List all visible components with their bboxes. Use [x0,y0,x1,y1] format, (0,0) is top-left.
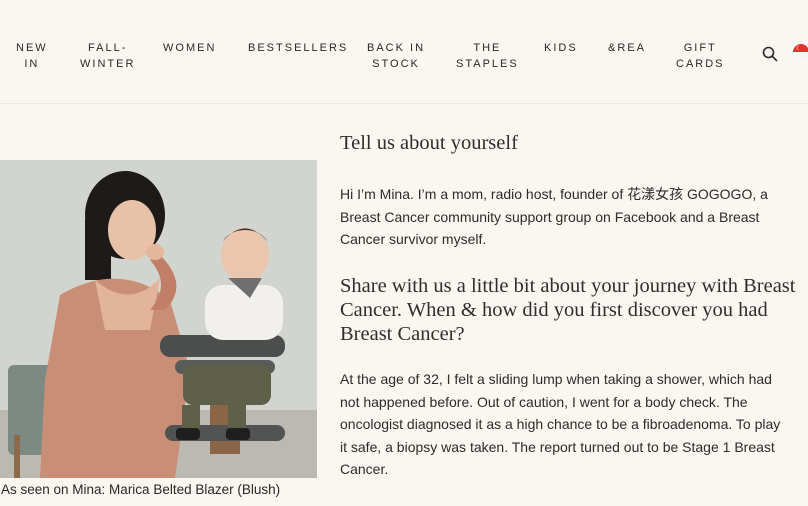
top-navigation-bar: NEW IN FALL- WINTER WOMEN BESTSELLERS BA… [0,0,808,104]
nav-women[interactable]: WOMEN [163,40,216,56]
nav-back-in-stock[interactable]: BACK IN STOCK [367,40,425,72]
nav-bestsellers[interactable]: BESTSELLERS [248,40,348,56]
nav-rea[interactable]: &REA [608,40,646,56]
question-heading-2-line-3: Breast Cancer? [340,323,465,345]
nav-gift-cards[interactable]: GIFT CARDS [676,40,725,72]
nav-new-in[interactable]: NEW IN [16,40,48,72]
answer-paragraph-1: Hi I’m Mina. I’m a mom, radio host, foun… [340,186,768,247]
question-heading-2-line-1: Share with us a little bit about your jo… [340,275,796,297]
nav-the-staples[interactable]: THE STAPLES [456,40,519,72]
question-heading-2: Share with us a little bit about your jo… [340,274,795,346]
feature-photo [0,160,317,478]
nav-fall-winter[interactable]: FALL- WINTER [80,40,135,72]
answer-paragraph-2: At the age of 32, I felt a sliding lump … [340,371,781,477]
search-icon[interactable] [762,46,778,62]
question-heading-2-line-2: Cancer. When & how did you first discove… [340,299,768,321]
nav-kids[interactable]: KIDS [544,40,578,56]
photo-caption: As seen on Mina: Marica Belted Blazer (B… [1,482,281,497]
singapore-flag-icon[interactable]: ☾ [793,44,808,60]
question-heading-1: Tell us about yourself [340,132,518,154]
